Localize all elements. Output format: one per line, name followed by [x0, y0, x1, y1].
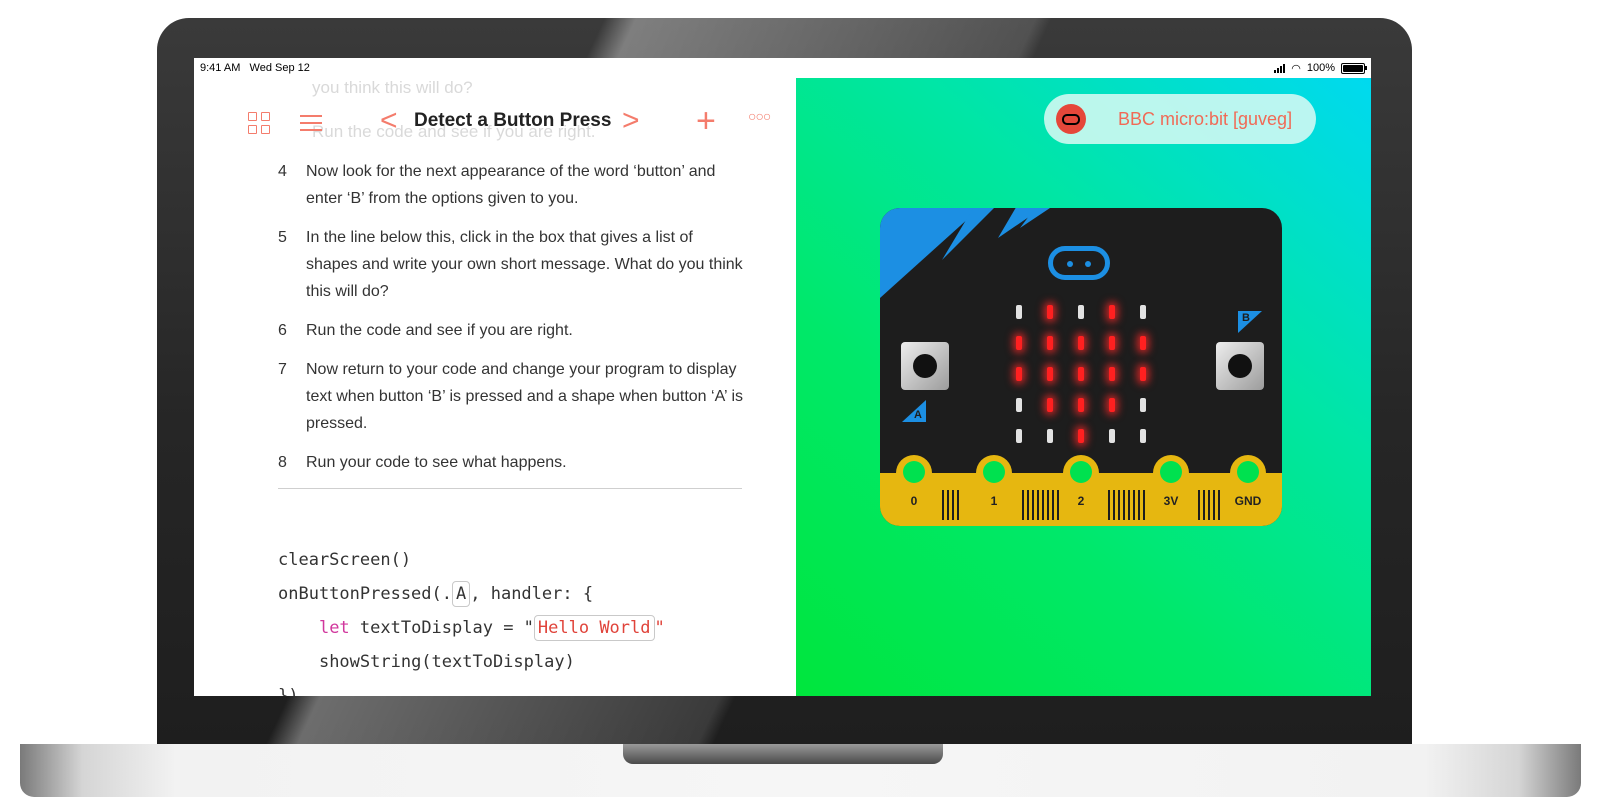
microbit-icon — [1056, 104, 1086, 134]
connector-teeth — [1198, 490, 1220, 520]
led-0-1 — [1047, 305, 1053, 319]
led-0-0 — [1016, 305, 1022, 319]
playground-content: you think this will do? Run the code and… — [194, 78, 796, 696]
scrolled-text: you think this will do? — [312, 78, 473, 97]
list-item: 5 In the line below this, click in the bo… — [278, 229, 743, 300]
list-item: 7 Now return to your code and change your… — [278, 361, 744, 432]
status-date: Wed Sep 12 — [249, 62, 310, 74]
status-bar: 9:41 AM Wed Sep 12 ◠ 100% — [194, 58, 1371, 78]
pin-label: 1 — [990, 494, 998, 508]
device-connection-button[interactable]: BBC micro:bit [guveg] — [1044, 94, 1316, 144]
placeholder-token-string[interactable]: Hello World — [533, 615, 655, 641]
board-stripe — [880, 208, 980, 298]
led-4-1 — [1047, 429, 1053, 443]
led-3-2 — [1078, 398, 1084, 412]
grid-icon[interactable] — [248, 112, 270, 134]
divider — [278, 488, 742, 489]
page-title: Detect a Button Press — [414, 110, 612, 131]
led-0-3 — [1109, 305, 1115, 319]
ipad-screen: 9:41 AM Wed Sep 12 ◠ 100% you think this… — [194, 58, 1371, 696]
led-0-4 — [1140, 305, 1146, 319]
toolbar: < Detect a Button Press > + ○○○ — [194, 104, 796, 144]
led-1-2 — [1078, 336, 1084, 350]
code-line[interactable]: showString(textToDisplay) — [278, 645, 665, 679]
device-name: BBC micro:bit [guveg] — [1118, 108, 1293, 129]
led-3-1 — [1047, 398, 1053, 412]
placeholder-token-button[interactable]: A — [452, 581, 471, 607]
led-1-1 — [1047, 336, 1053, 350]
led-4-3 — [1109, 429, 1115, 443]
led-2-3 — [1109, 367, 1115, 381]
add-icon[interactable]: + — [696, 104, 716, 138]
connector-teeth — [942, 490, 959, 520]
led-3-4 — [1140, 398, 1146, 412]
code-line[interactable]: }) — [278, 679, 665, 696]
button-b[interactable] — [1216, 342, 1264, 390]
instruction-list: 4 Now look for the next appearance of the… — [278, 158, 748, 488]
code-line[interactable]: clearScreen() — [278, 543, 665, 577]
led-3-3 — [1109, 398, 1115, 412]
connector-teeth — [1022, 490, 1059, 520]
led-4-4 — [1140, 429, 1146, 443]
microbit-logo-icon — [1048, 246, 1110, 280]
pin-label: 3V — [1163, 494, 1179, 508]
connector-teeth — [1108, 490, 1145, 520]
code-line[interactable]: onButtonPressed(. A, handler: { — [278, 577, 665, 611]
led-1-0 — [1016, 336, 1022, 350]
laptop-notch — [623, 744, 943, 764]
led-2-1 — [1047, 367, 1053, 381]
microbit-board: A B 0 1 2 3V GND — [880, 208, 1282, 526]
code-line[interactable]: let textToDisplay = " Hello World " — [278, 611, 665, 645]
battery-percent: 100% — [1306, 62, 1335, 74]
led-1-3 — [1109, 336, 1115, 350]
led-1-4 — [1140, 336, 1146, 350]
led-2-0 — [1016, 367, 1022, 381]
wifi-icon: ◠ — [1291, 62, 1301, 75]
led-0-2 — [1078, 305, 1084, 319]
led-4-2 — [1078, 429, 1084, 443]
status-time: 9:41 AM — [200, 62, 241, 74]
battery-icon — [1341, 62, 1367, 74]
list-item: 4 Now look for the next appearance of the… — [278, 163, 716, 207]
led-4-0 — [1016, 429, 1022, 443]
led-3-0 — [1016, 398, 1022, 412]
button-b-label: B — [1242, 312, 1250, 324]
pin-label: 0 — [910, 494, 918, 508]
more-icon[interactable]: ○○○ — [748, 108, 771, 124]
led-2-4 — [1140, 367, 1146, 381]
list-icon[interactable] — [300, 112, 324, 134]
pin-label: GND — [1234, 494, 1262, 508]
live-view: BBC micro:bit [guveg] A B 0 1 2 3V GND — [796, 78, 1371, 696]
chevron-right-icon[interactable]: > — [622, 106, 640, 136]
chevron-left-icon[interactable]: < — [380, 106, 398, 136]
pin-label: 2 — [1077, 494, 1085, 508]
button-a[interactable] — [901, 342, 949, 390]
code-editor[interactable]: clearScreen() onButtonPressed(. A, handle… — [278, 543, 665, 696]
signal-icon — [1274, 63, 1286, 73]
button-a-label: A — [914, 409, 922, 421]
led-2-2 — [1078, 367, 1084, 381]
list-item: 6 Run the code and see if you are right. — [278, 322, 573, 339]
list-item: 8 Run your code to see what happens. — [278, 454, 567, 471]
